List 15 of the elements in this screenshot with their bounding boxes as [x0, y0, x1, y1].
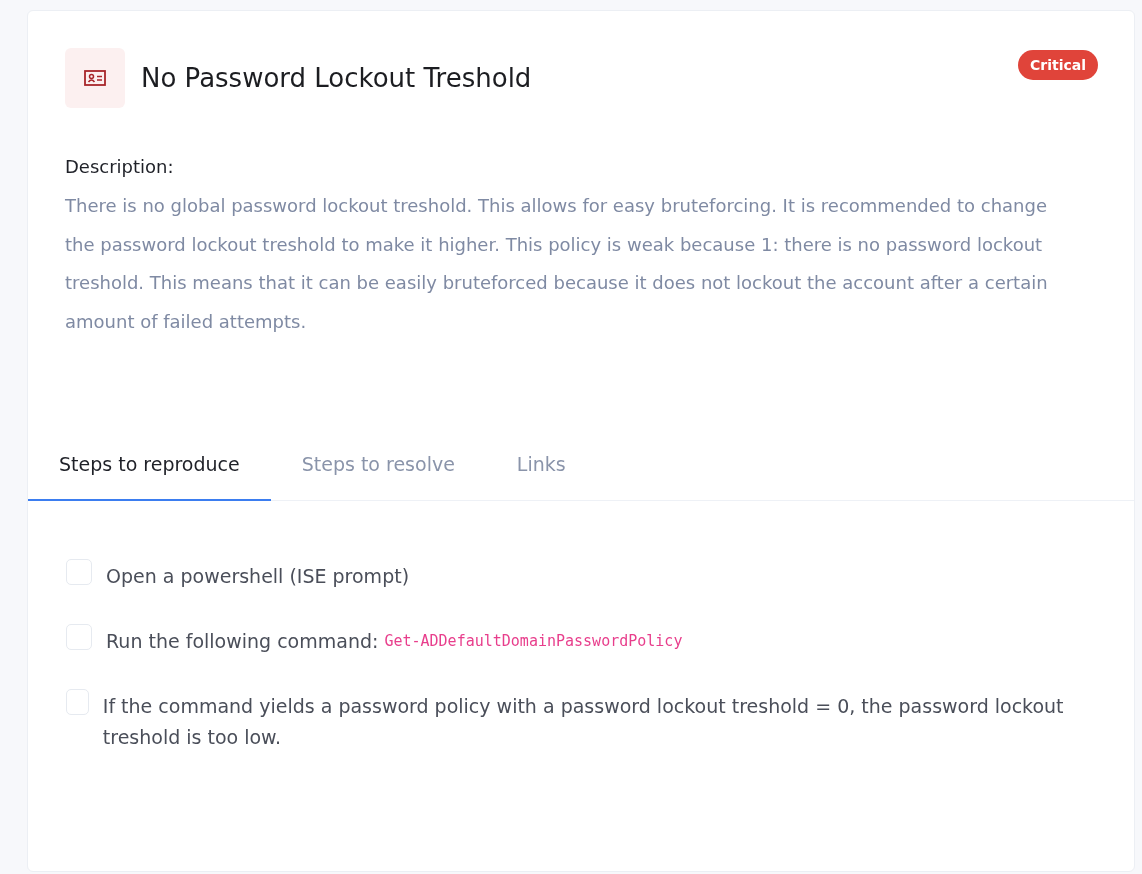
tab[interactable]: Links	[485, 441, 597, 501]
id-card-icon	[65, 48, 125, 108]
tab[interactable]: Steps to reproduce	[28, 441, 271, 501]
checkbox[interactable]	[66, 689, 89, 715]
command-code: Get-ADDefaultDomainPasswordPolicy	[384, 631, 683, 652]
step-text: Open a powershell (ISE prompt)	[106, 564, 410, 589]
description-text: There is no global password lockout treshold. This allows for easy bruteforcing. It is recommended to change the password lockout treshold to make it higher. This policy is weak because 1: there is no password lockout treshold. This means that it can be easily bruteforced because it does not lockout the account after a certain amount of failed attempts.	[65, 194, 1049, 334]
checkbox[interactable]	[66, 559, 92, 585]
step-text: If the command yields a password policy with a password lockout treshold = 0, the password lockout treshold is too low.	[102, 694, 1065, 750]
description-label: Description:	[65, 156, 175, 177]
checkbox[interactable]	[66, 624, 92, 650]
issue-title: No Password Lockout Treshold	[141, 63, 532, 93]
step-text: Run the following command:	[106, 629, 379, 654]
tab[interactable]: Steps to resolve	[270, 441, 486, 501]
severity-badge: Critical	[1018, 50, 1098, 80]
